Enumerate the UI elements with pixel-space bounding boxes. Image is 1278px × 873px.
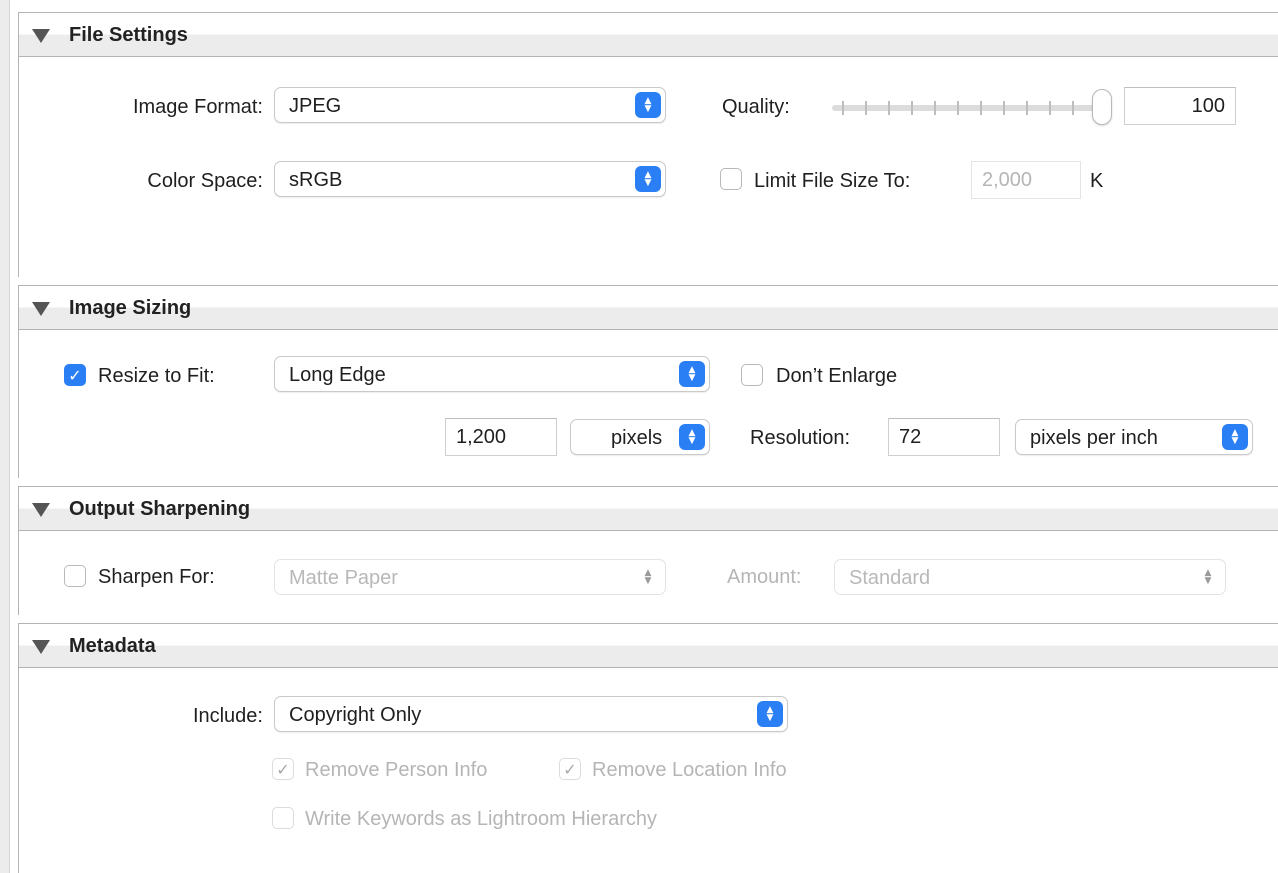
remove-person-info-checkbox[interactable]: ✓	[272, 758, 294, 780]
include-popup[interactable]: Copyright Only ▲ ▼	[274, 696, 788, 732]
dont-enlarge-label: Don’t Enlarge	[776, 365, 898, 387]
include-value: Copyright Only	[289, 704, 422, 726]
size-unit-popup[interactable]: pixels ▲ ▼	[570, 419, 710, 455]
resize-to-fit-label: Resize to Fit:	[98, 365, 215, 387]
section-title: File Settings	[69, 24, 188, 46]
chevron-updown-icon: ▲ ▼	[679, 424, 705, 450]
sharpen-for-checkbox[interactable]	[64, 565, 86, 587]
disclosure-triangle-icon[interactable]	[32, 503, 50, 517]
sharpen-for-label: Sharpen For:	[98, 566, 215, 588]
resize-mode-popup[interactable]: Long Edge ▲ ▼	[274, 356, 710, 392]
left-panel-edge	[0, 0, 10, 873]
remove-person-info-label: Remove Person Info	[305, 759, 488, 781]
section-title: Metadata	[69, 635, 156, 657]
resolution-unit-value: pixels per inch	[1030, 427, 1158, 449]
section-header-image-sizing[interactable]: Image Sizing	[18, 285, 1278, 330]
amount-value: Standard	[849, 567, 931, 589]
image-sizing-body	[18, 330, 1278, 478]
section-header-file-settings[interactable]: File Settings	[18, 12, 1278, 57]
resize-mode-value: Long Edge	[289, 364, 386, 386]
section-header-metadata[interactable]: Metadata	[18, 623, 1278, 668]
size-unit-value: pixels	[611, 427, 663, 449]
resize-to-fit-checkbox[interactable]: ✓	[64, 364, 86, 386]
include-label: Include:	[192, 705, 263, 727]
disclosure-triangle-icon[interactable]	[32, 29, 50, 43]
chevron-updown-icon: ▲ ▼	[1222, 424, 1248, 450]
sharpen-for-value: Matte Paper	[289, 567, 398, 589]
amount-popup[interactable]: Standard ▲ ▼	[834, 559, 1226, 595]
resolution-unit-popup[interactable]: pixels per inch ▲ ▼	[1015, 419, 1253, 455]
section-title: Image Sizing	[69, 297, 192, 319]
sharpen-for-popup[interactable]: Matte Paper ▲ ▼	[274, 559, 666, 595]
chevron-updown-icon: ▲ ▼	[644, 568, 652, 586]
amount-label: Amount:	[727, 566, 802, 588]
write-keywords-label: Write Keywords as Lightroom Hierarchy	[305, 808, 657, 830]
dont-enlarge-checkbox[interactable]	[741, 364, 763, 386]
chevron-updown-icon: ▲ ▼	[679, 361, 705, 387]
chevron-updown-icon: ▲ ▼	[757, 701, 783, 727]
chevron-updown-icon: ▲ ▼	[1204, 568, 1212, 586]
section-header-output-sharpening[interactable]: Output Sharpening	[18, 486, 1278, 531]
disclosure-triangle-icon[interactable]	[32, 302, 50, 316]
resolution-label: Resolution:	[750, 427, 851, 449]
disclosure-triangle-icon[interactable]	[32, 640, 50, 654]
write-keywords-checkbox[interactable]	[272, 807, 294, 829]
file-settings-body	[18, 57, 1278, 277]
remove-location-info-label: Remove Location Info	[592, 759, 787, 781]
size-value-field[interactable]: 1,200	[445, 418, 557, 456]
resolution-value-field[interactable]: 72	[888, 418, 1000, 456]
remove-location-info-checkbox[interactable]: ✓	[559, 758, 581, 780]
section-title: Output Sharpening	[69, 498, 251, 520]
